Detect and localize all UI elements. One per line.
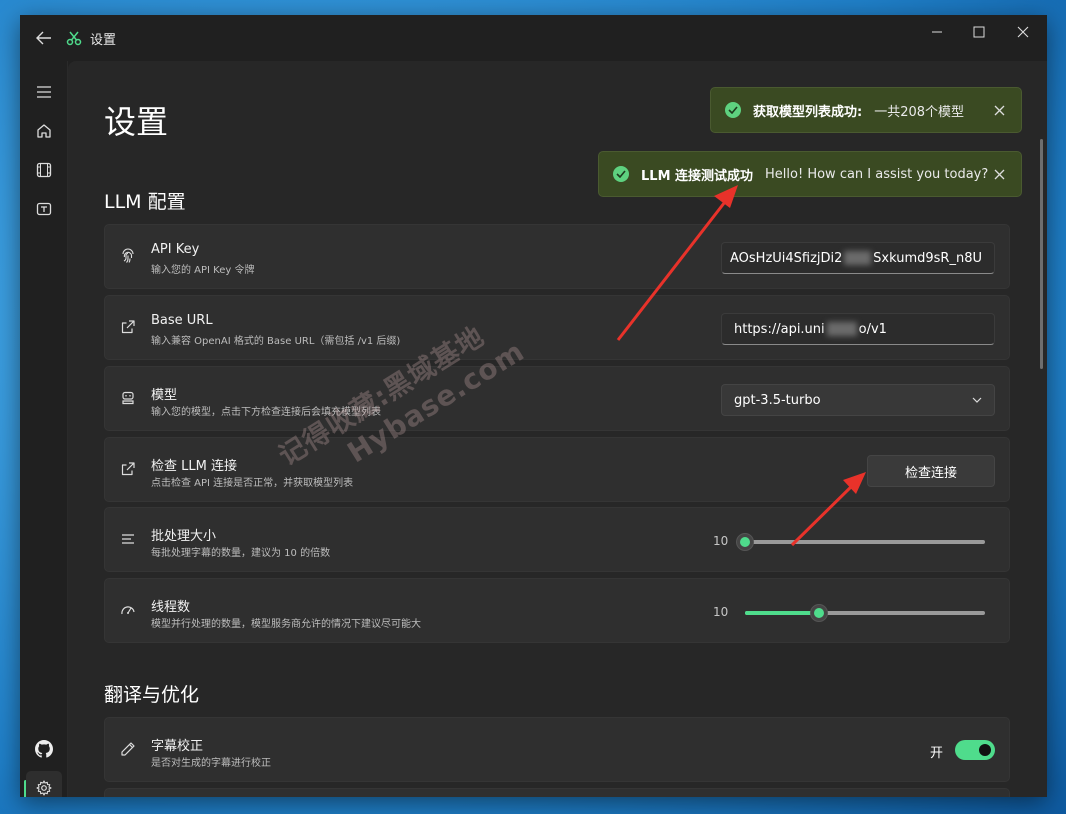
api-key-title: API Key [151, 242, 200, 257]
home-icon [37, 124, 51, 138]
toast-close-button[interactable] [991, 166, 1007, 182]
scrollbar[interactable] [1040, 139, 1043, 369]
base-url-desc: 输入兼容 OpenAI 格式的 Base URL（需包括 /v1 后缀) [151, 336, 401, 347]
api-key-value-start: AOsHzUi4SfizjDi2 [730, 250, 843, 266]
toast-close-button[interactable] [991, 102, 1007, 118]
model-desc: 输入您的模型，点击下方检查连接后会填充模型列表 [151, 407, 381, 418]
model-select[interactable]: gpt-3.5-turbo [721, 384, 995, 416]
check-circle-icon [613, 166, 629, 182]
chevron-down-icon [972, 397, 982, 403]
toast-title: 获取模型列表成功: [753, 104, 863, 120]
speedometer-icon [119, 601, 137, 619]
sidebar [20, 61, 68, 797]
next-card-partial [104, 788, 1010, 797]
robot-icon [119, 389, 137, 407]
model-selected-value: gpt-3.5-turbo [734, 392, 821, 408]
slider-thumb[interactable] [810, 604, 829, 622]
slider-fill [745, 611, 820, 615]
external-link-icon [119, 318, 137, 336]
sidebar-item-menu[interactable] [26, 75, 62, 109]
toast-model-list: 获取模型列表成功: 一共208个模型 [710, 87, 1022, 133]
check-connection-button[interactable]: 检查连接 [867, 455, 995, 487]
threads-value: 10 [713, 605, 729, 619]
redacted-mask [844, 251, 872, 265]
threads-title: 线程数 [151, 600, 191, 615]
back-button[interactable] [34, 27, 54, 49]
hamburger-icon [37, 86, 51, 98]
close-button[interactable] [1012, 21, 1034, 43]
gear-icon [36, 780, 52, 796]
github-icon [35, 740, 53, 758]
toggle-knob [979, 744, 991, 756]
batch-size-card: 批处理大小 每批处理字幕的数量，建议为 10 的倍数 10 [104, 507, 1010, 572]
align-left-icon [119, 530, 137, 548]
model-title: 模型 [151, 388, 178, 403]
base-url-input[interactable]: https://api.uni o/v1 [721, 313, 995, 345]
title-bar: 设置 [20, 15, 1047, 61]
correction-title: 字幕校正 [151, 739, 204, 754]
close-icon [994, 169, 1004, 179]
page-title: 设置 [104, 103, 169, 141]
base-url-card: Base URL 输入兼容 OpenAI 格式的 Base URL（需包括 /v… [104, 295, 1010, 360]
link-out-icon [119, 460, 137, 478]
subtitle-correction-card: 字幕校正 是否对生成的字幕进行校正 开 [104, 717, 1010, 782]
api-key-value-end: Sxkumd9sR_n8U [873, 250, 982, 266]
minimize-icon [932, 31, 942, 33]
check-connection-card: 检查 LLM 连接 点击检查 API 连接是否正常，并获取模型列表 检查连接 [104, 437, 1010, 502]
arrow-left-icon [36, 31, 51, 45]
section-llm-title: LLM 配置 [104, 191, 186, 213]
toast-message: Hello! How can I assist you today? [765, 166, 989, 182]
check-circle-icon [725, 102, 741, 118]
maximize-icon [973, 26, 985, 38]
minimize-button[interactable] [926, 21, 948, 43]
close-icon [1017, 26, 1029, 38]
toast-title: LLM 连接测试成功 [641, 168, 754, 184]
api-key-desc: 输入您的 API Key 令牌 [151, 265, 255, 276]
api-key-card: API Key 输入您的 API Key 令牌 AOsHzUi4SfizjDi2… [104, 224, 1010, 289]
toast-message: 一共208个模型 [874, 104, 965, 120]
app-window: 设置 设置 LLM 配置 API Key 输入您的 API Key 令牌 AOs… [20, 15, 1047, 797]
threads-card: 线程数 模型并行处理的数量，模型服务商允许的情况下建议尽可能大 10 [104, 578, 1010, 643]
pencil-icon [119, 740, 137, 758]
window-title: 设置 [90, 33, 117, 48]
base-url-value-end: o/v1 [858, 321, 887, 337]
fingerprint-icon [119, 247, 137, 265]
sidebar-item-video[interactable] [26, 153, 62, 187]
sidebar-item-settings[interactable] [26, 771, 62, 797]
text-box-icon [36, 202, 52, 216]
model-card: 模型 输入您的模型，点击下方检查连接后会填充模型列表 gpt-3.5-turbo [104, 366, 1010, 431]
threads-slider[interactable] [745, 604, 985, 622]
toggle-state-label: 开 [929, 746, 943, 761]
base-url-value-start: https://api.uni [734, 321, 825, 337]
redacted-mask [826, 322, 857, 336]
api-key-input[interactable]: AOsHzUi4SfizjDi2 Sxkumd9sR_n8U [721, 242, 995, 274]
base-url-title: Base URL [151, 313, 213, 328]
sidebar-item-subtitle[interactable] [26, 192, 62, 226]
batch-desc: 每批处理字幕的数量，建议为 10 的倍数 [151, 548, 331, 559]
slider-thumb[interactable] [736, 533, 754, 551]
sidebar-item-home[interactable] [26, 114, 62, 148]
maximize-button[interactable] [968, 21, 990, 43]
batch-slider[interactable] [736, 533, 985, 551]
check-title: 检查 LLM 连接 [151, 459, 237, 474]
correction-toggle[interactable] [955, 740, 995, 760]
correction-desc: 是否对生成的字幕进行校正 [151, 758, 271, 769]
scissors-icon [66, 30, 82, 46]
sidebar-item-github[interactable] [26, 732, 62, 766]
threads-desc: 模型并行处理的数量，模型服务商允许的情况下建议尽可能大 [151, 619, 421, 630]
section-translate-title: 翻译与优化 [104, 684, 200, 706]
film-icon [36, 162, 52, 178]
batch-title: 批处理大小 [151, 529, 217, 544]
check-desc: 点击检查 API 连接是否正常，并获取模型列表 [151, 478, 354, 489]
toast-llm-test: LLM 连接测试成功 Hello! How can I assist you t… [598, 151, 1022, 197]
close-icon [994, 105, 1004, 115]
batch-value: 10 [713, 534, 729, 548]
